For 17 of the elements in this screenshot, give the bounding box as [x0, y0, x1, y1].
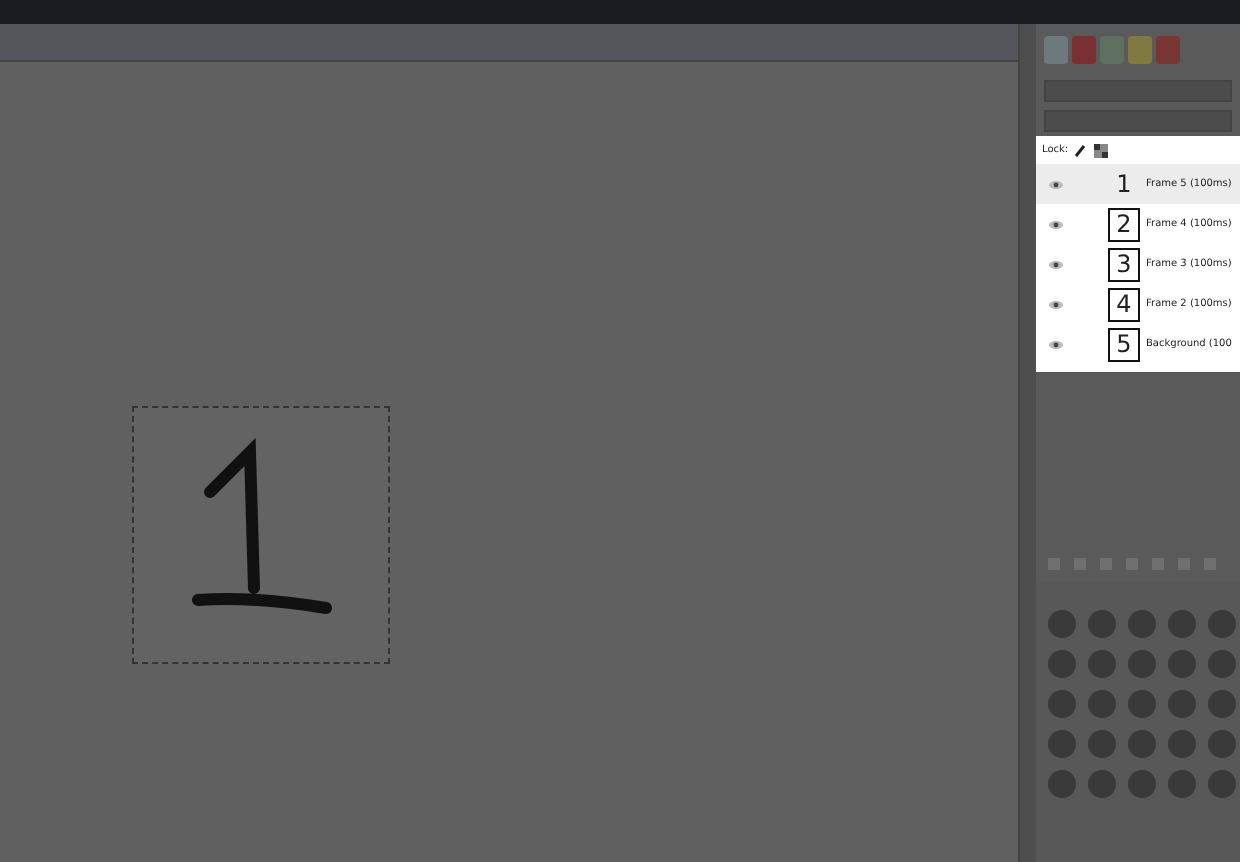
eye-icon[interactable]: [1048, 259, 1064, 269]
eye-icon[interactable]: [1048, 299, 1064, 309]
dock-tab[interactable]: [1156, 36, 1180, 64]
checker-icon[interactable]: [1094, 143, 1109, 157]
layer-thumbnail: 2: [1108, 207, 1140, 241]
eye-icon[interactable]: [1048, 339, 1064, 349]
layer-thumbnail: 5: [1108, 327, 1140, 361]
scrollbar[interactable]: [1018, 24, 1036, 862]
eye-icon[interactable]: [1048, 219, 1064, 229]
layer-thumbnail: 4: [1108, 287, 1140, 321]
dock-tab[interactable]: [1072, 36, 1096, 64]
eye-icon[interactable]: [1048, 179, 1064, 189]
dock-tab[interactable]: [1044, 36, 1068, 64]
layer-thumbnail: 3: [1108, 247, 1140, 281]
layer-thumbnail: 1: [1114, 168, 1134, 201]
dock-tab[interactable]: [1128, 36, 1152, 64]
brush-icon[interactable]: [1074, 143, 1089, 157]
